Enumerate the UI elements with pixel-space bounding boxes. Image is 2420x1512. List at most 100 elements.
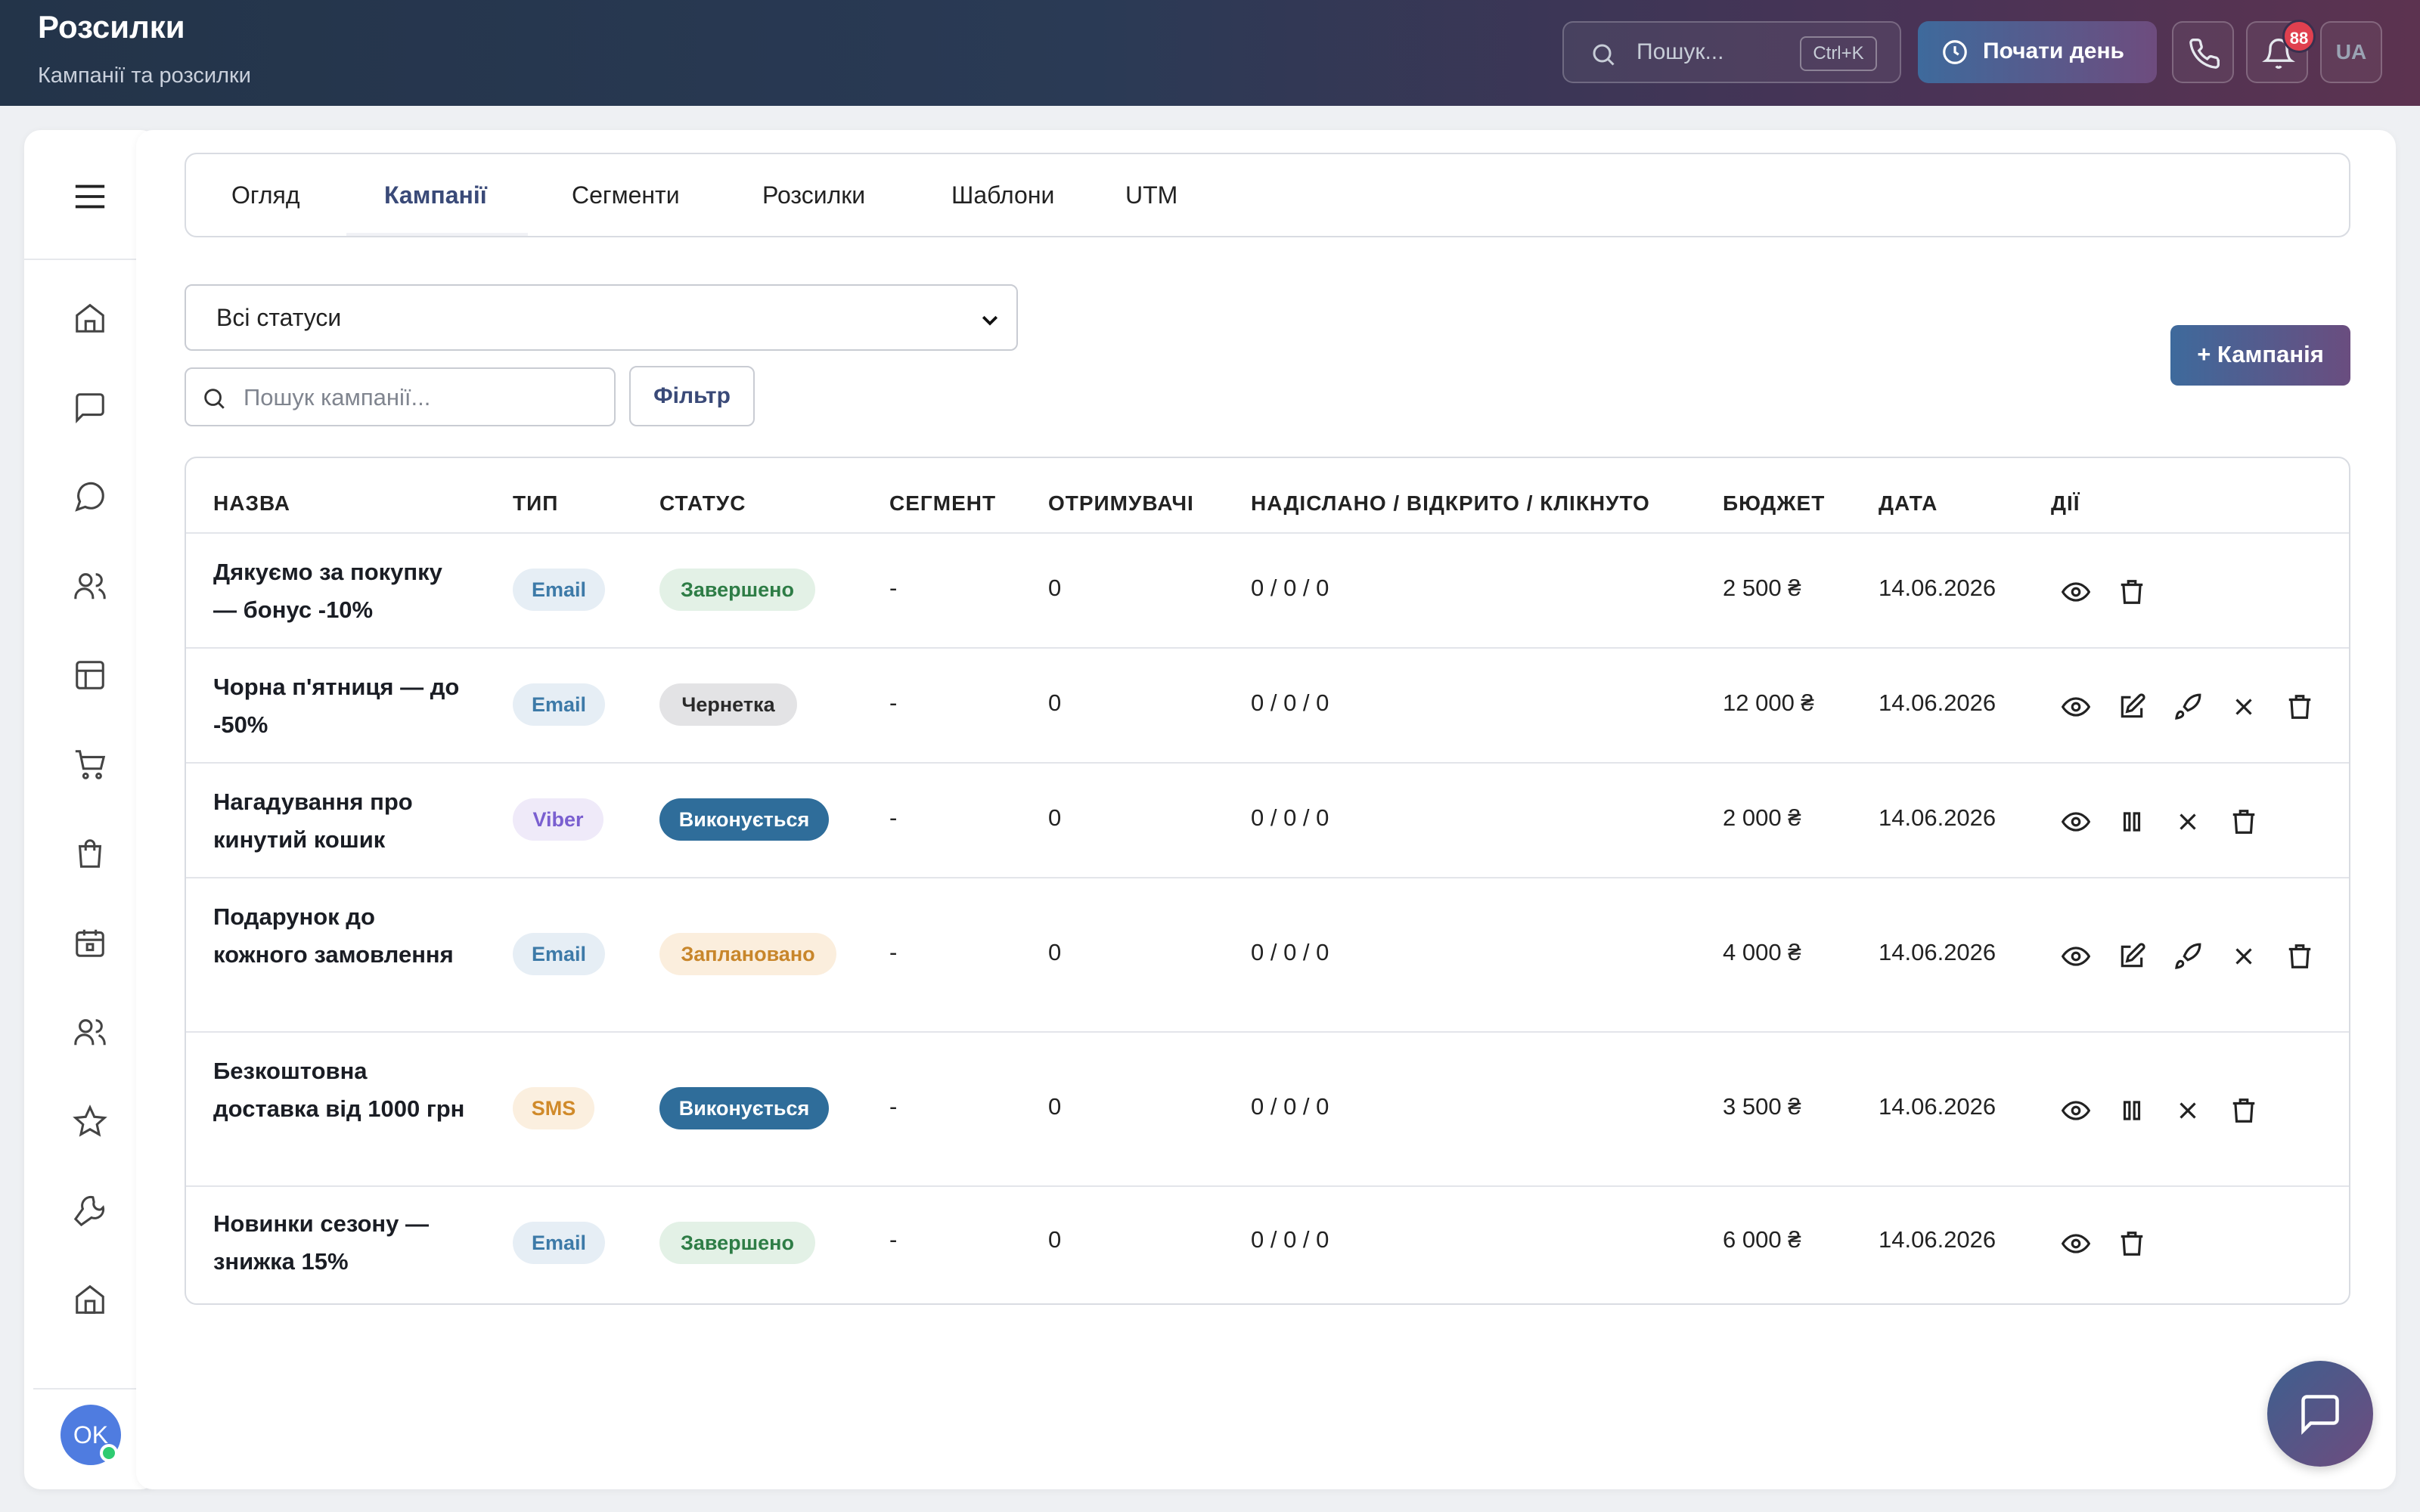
tab-overview[interactable]: Огляд	[231, 181, 300, 209]
recipients-cell: 0	[1048, 1226, 1062, 1253]
trash-icon[interactable]	[2228, 806, 2261, 839]
rocket-icon[interactable]	[2172, 940, 2205, 974]
eye-icon[interactable]	[2060, 940, 2093, 974]
recipients-cell: 0	[1048, 689, 1062, 716]
table-row: Новинки сезону — знижка 15% Email Заверш…	[186, 1185, 2349, 1303]
segment-cell: -	[889, 689, 898, 716]
cart-icon[interactable]	[73, 747, 107, 785]
segment-cell: -	[889, 804, 898, 831]
type-badge: Email	[513, 933, 605, 975]
edit-icon[interactable]	[2116, 691, 2149, 724]
tab-templates[interactable]: Шаблони	[951, 181, 1054, 209]
campaign-name[interactable]: Дякуємо за покупку — бонус -10%	[213, 553, 470, 629]
campaigns-table: НАЗВА ТИП СТАТУС СЕГМЕНТ ОТРИМУВАЧІ НАДІ…	[185, 457, 2350, 1305]
trash-icon[interactable]	[2116, 576, 2149, 609]
status-badge: Виконується	[659, 798, 829, 841]
add-campaign-button[interactable]: + Кампанія	[2170, 325, 2350, 386]
column-header: БЮДЖЕТ	[1723, 491, 1826, 515]
campaign-search-input[interactable]: Пошук кампанії...	[185, 367, 616, 426]
date-cell: 14.06.2026	[1879, 575, 1996, 601]
budget-cell: 3 500 ₴	[1723, 1093, 1801, 1120]
status-select[interactable]: Всі статуси	[185, 284, 1018, 351]
pause-icon[interactable]	[2116, 806, 2149, 839]
date-cell: 14.06.2026	[1879, 1226, 1996, 1253]
layout-icon[interactable]	[73, 658, 107, 696]
column-header: СЕГМЕНТ	[889, 491, 997, 515]
campaign-name[interactable]: Чорна п'ятниця — до -50%	[213, 668, 470, 744]
recipients-cell: 0	[1048, 939, 1062, 965]
table-row: Нагадування про кинутий кошик Viber Вико…	[186, 762, 2349, 877]
eye-icon[interactable]	[2060, 691, 2093, 724]
tab-mailings[interactable]: Розсилки	[762, 181, 865, 209]
status-badge: Заплановано	[659, 933, 836, 975]
avatar[interactable]: OK	[60, 1405, 121, 1465]
rocket-icon[interactable]	[2172, 691, 2205, 724]
table-row: Подарунок до кожного замовлення Email За…	[186, 877, 2349, 1031]
campaign-name[interactable]: Новинки сезону — знижка 15%	[213, 1205, 470, 1281]
menu-icon[interactable]	[73, 181, 107, 215]
table-row: Чорна п'ятниця — до -50% Email Чернетка …	[186, 647, 2349, 762]
date-cell: 14.06.2026	[1879, 689, 1996, 716]
close-icon[interactable]	[2228, 940, 2261, 974]
language-switch[interactable]: UA	[2320, 21, 2382, 83]
wrench-icon[interactable]	[73, 1193, 107, 1232]
search-icon	[1590, 41, 1617, 72]
status-badge: Чернетка	[659, 683, 797, 726]
column-header: НАЗВА	[213, 491, 291, 515]
budget-cell: 12 000 ₴	[1723, 689, 1814, 716]
stats-cell: 0 / 0 / 0	[1251, 939, 1329, 965]
search-icon	[201, 386, 227, 415]
trash-icon[interactable]	[2284, 940, 2317, 974]
close-icon[interactable]	[2228, 691, 2261, 724]
star-icon[interactable]	[73, 1104, 107, 1142]
pause-icon[interactable]	[2116, 1095, 2149, 1128]
campaign-name[interactable]: Подарунок до кожного замовлення	[213, 898, 470, 974]
building-icon[interactable]	[73, 1282, 107, 1321]
budget-cell: 4 000 ₴	[1723, 939, 1801, 965]
tab-utm[interactable]: UTM	[1125, 181, 1177, 209]
campaign-name[interactable]: Нагадування про кинутий кошик	[213, 783, 470, 859]
users-icon[interactable]	[73, 569, 107, 607]
shopping-bag-icon[interactable]	[73, 836, 107, 875]
edit-icon[interactable]	[2116, 940, 2149, 974]
notifications-button[interactable]: 88	[2246, 20, 2316, 83]
campaign-name[interactable]: Безкоштовна доставка від 1000 грн	[213, 1052, 470, 1128]
message-square-icon[interactable]	[73, 390, 107, 429]
close-icon[interactable]	[2172, 1095, 2205, 1128]
avatar-initials: OK	[73, 1421, 109, 1448]
eye-icon[interactable]	[2060, 1228, 2093, 1261]
phone-button[interactable]	[2172, 21, 2234, 83]
notifications-badge: 88	[2282, 20, 2316, 53]
close-icon[interactable]	[2172, 806, 2205, 839]
type-badge: Email	[513, 569, 605, 611]
stats-cell: 0 / 0 / 0	[1251, 575, 1329, 601]
calendar-icon[interactable]	[73, 925, 107, 964]
trash-icon[interactable]	[2284, 691, 2317, 724]
eye-icon[interactable]	[2060, 806, 2093, 839]
global-search[interactable]: Пошук... Ctrl+K	[1562, 21, 1901, 83]
budget-cell: 6 000 ₴	[1723, 1226, 1801, 1253]
chat-button[interactable]	[2267, 1361, 2373, 1467]
trash-icon[interactable]	[2228, 1095, 2261, 1128]
eye-icon[interactable]	[2060, 576, 2093, 609]
trash-icon[interactable]	[2116, 1228, 2149, 1261]
start-day-button[interactable]: Почати день	[1918, 21, 2157, 83]
filter-button[interactable]: Фільтр	[629, 366, 755, 426]
date-cell: 14.06.2026	[1879, 804, 1996, 831]
eye-icon[interactable]	[2060, 1095, 2093, 1128]
type-badge: Viber	[513, 798, 603, 841]
home-icon[interactable]	[73, 301, 107, 339]
tab-campaigns[interactable]: Кампанії	[384, 181, 487, 209]
team-icon[interactable]	[73, 1015, 107, 1053]
sidebar-bottom-divider	[33, 1388, 148, 1390]
stats-cell: 0 / 0 / 0	[1251, 689, 1329, 716]
online-status-dot	[100, 1444, 118, 1462]
chevron-down-icon	[979, 308, 1001, 335]
tab-segments[interactable]: Сегменти	[572, 181, 680, 209]
message-circle-icon[interactable]	[73, 479, 107, 518]
budget-cell: 2 500 ₴	[1723, 575, 1801, 601]
table-row: Дякуємо за покупку — бонус -10% Email За…	[186, 532, 2349, 647]
column-header: ОТРИМУВАЧІ	[1048, 491, 1194, 515]
stats-cell: 0 / 0 / 0	[1251, 804, 1329, 831]
page-subtitle: Кампанії та розсилки	[38, 64, 251, 88]
